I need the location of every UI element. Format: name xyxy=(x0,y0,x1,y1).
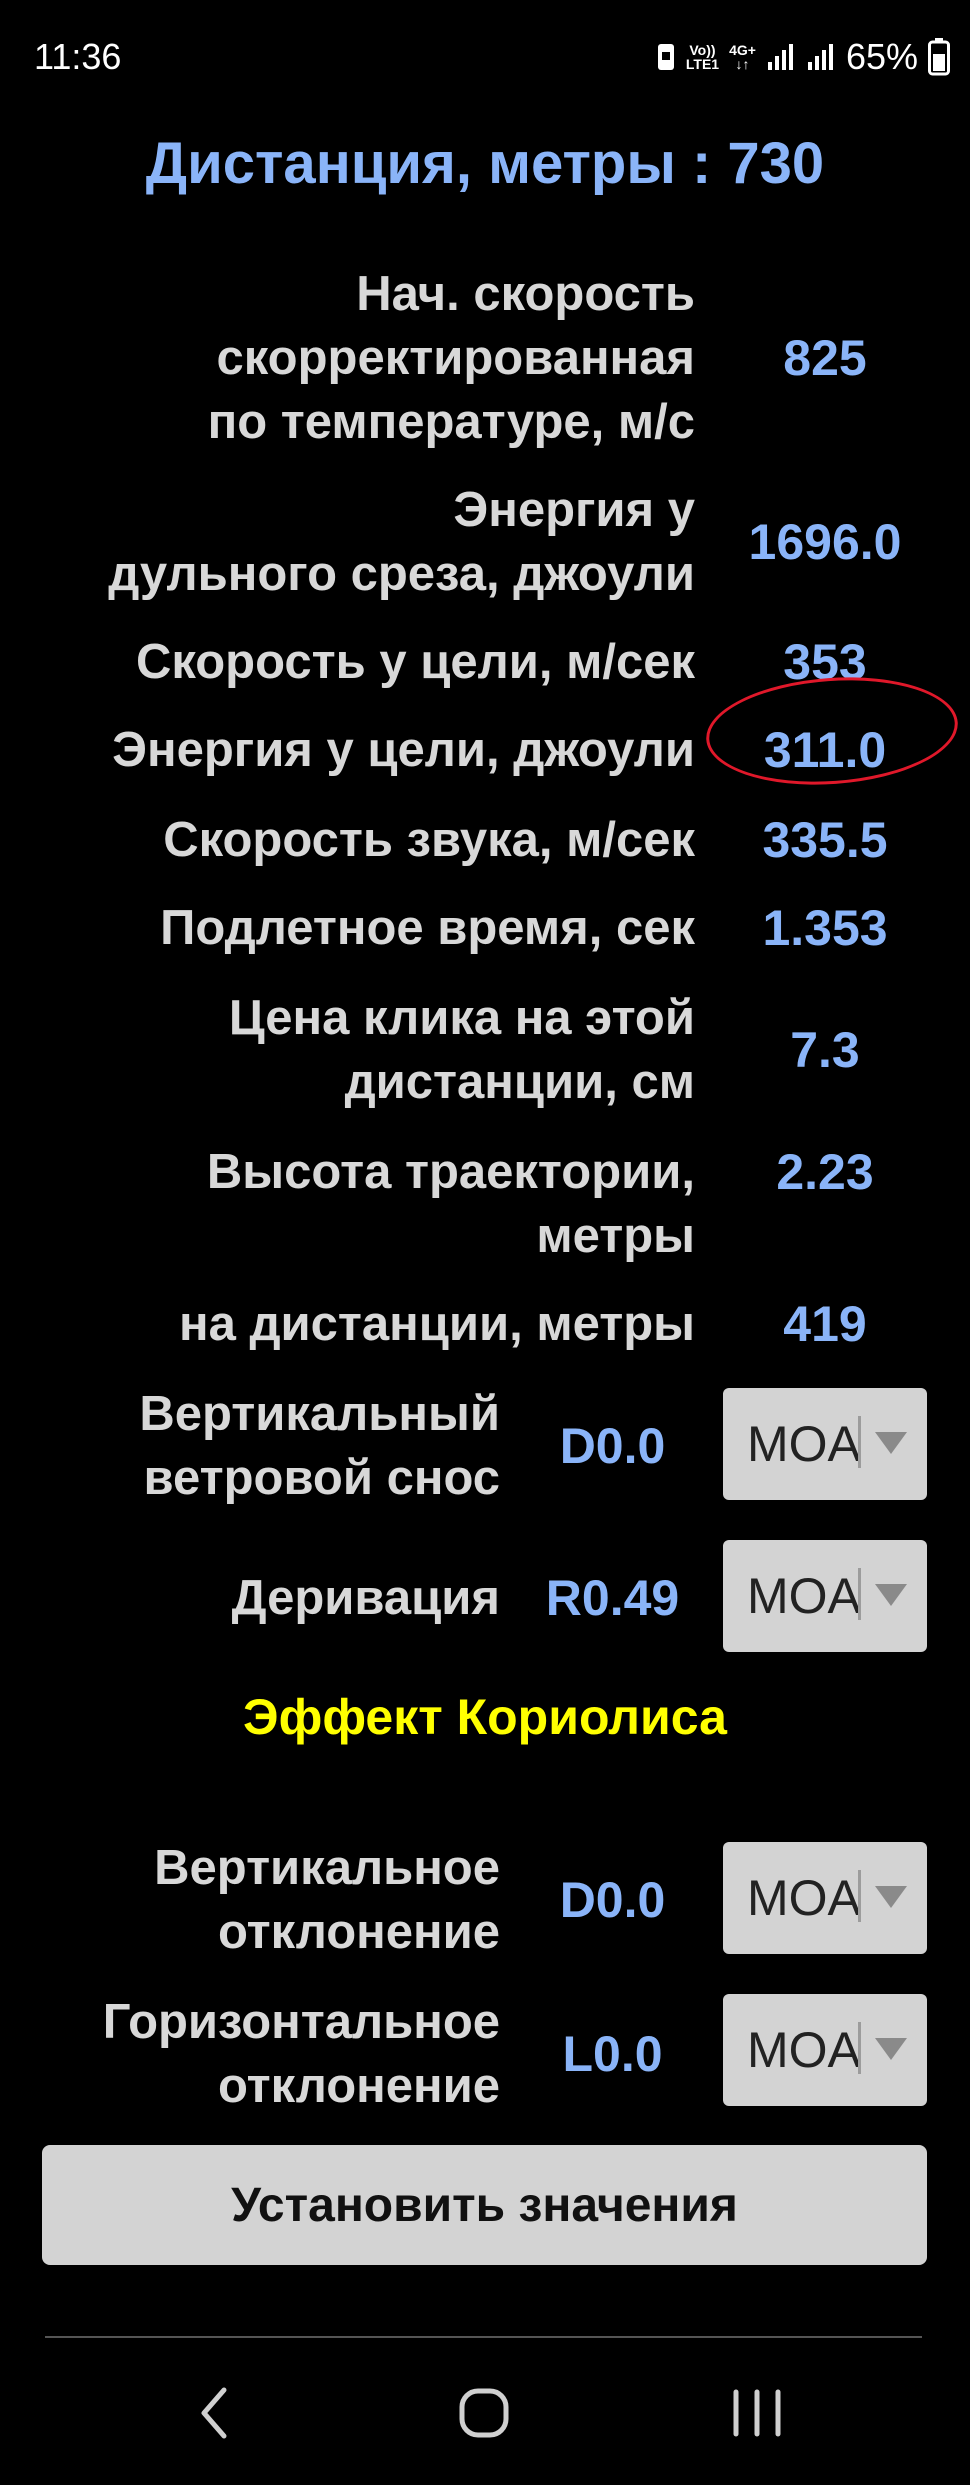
value-trajectory-height: 2.23 xyxy=(776,1144,874,1200)
label-muzzle-energy: Энергия у дульного среза, джоули xyxy=(108,483,695,601)
label-vertical-wind-drift: Вертикальный ветровой снос xyxy=(139,1387,500,1505)
label-initial-velocity: Нач. скорость скорректированная по темпе… xyxy=(207,267,695,449)
label-flight-time: Подлетное время, сек xyxy=(160,901,695,955)
label-coriolis-vertical: Вертикальное отклонение xyxy=(154,1841,500,1959)
back-icon[interactable] xyxy=(190,2378,240,2448)
value-muzzle-energy: 1696.0 xyxy=(748,514,902,570)
value-at-distance: 419 xyxy=(783,1296,867,1352)
label-at-distance: на дистанции, метры xyxy=(178,1297,695,1351)
derivation-unit-select[interactable]: MOA xyxy=(723,1540,927,1652)
divider xyxy=(45,2336,922,2338)
coriolis-vertical-unit-select[interactable]: MOA xyxy=(723,1842,927,1954)
home-icon[interactable] xyxy=(448,2378,520,2448)
value-sound-speed: 335.5 xyxy=(762,812,888,868)
value-click-value: 7.3 xyxy=(790,1022,860,1078)
value-initial-velocity: 825 xyxy=(783,330,867,386)
set-values-button[interactable]: Установить значения xyxy=(42,2145,927,2265)
dnd-icon xyxy=(657,44,674,70)
label-derivation: Деривация xyxy=(231,1571,500,1625)
status-icons: Vo)) LTE1 4G+ ↓↑ 65% xyxy=(656,36,950,78)
dropdown-arrow-icon xyxy=(875,2038,907,2060)
dropdown-arrow-icon xyxy=(875,1432,907,1454)
label-click-value: Цена клика на этой дистанции, см xyxy=(228,991,695,1109)
coriolis-title: Эффект Кориолиса xyxy=(243,1689,727,1745)
dropdown-arrow-icon xyxy=(875,1584,907,1606)
signal-icon xyxy=(767,44,793,70)
recent-apps-icon[interactable] xyxy=(722,2378,792,2448)
derivation-unit-value: MOA xyxy=(747,1568,861,1624)
wind-unit-select[interactable]: MOA xyxy=(723,1388,927,1500)
label-coriolis-horizontal: Горизонтальное отклонение xyxy=(102,1995,500,2113)
label-target-energy: Энергия у цели, джоули xyxy=(112,723,695,777)
dropdown-arrow-icon xyxy=(875,1886,907,1908)
label-trajectory-height: Высота траектории, метры xyxy=(206,1145,695,1263)
value-vertical-wind-drift: D0.0 xyxy=(559,1418,666,1474)
network-indicator: 4G+ ↓↑ xyxy=(729,42,756,72)
label-target-velocity: Скорость у цели, м/сек xyxy=(135,635,695,689)
page-title: Дистанция, метры : 730 xyxy=(145,131,825,196)
coriolis-vertical-unit-value: MOA xyxy=(747,1870,861,1926)
label-sound-speed: Скорость звука, м/сек xyxy=(163,813,695,867)
battery-icon xyxy=(928,38,950,76)
value-flight-time: 1.353 xyxy=(762,900,888,956)
status-time: 11:36 xyxy=(34,36,122,77)
value-derivation: R0.49 xyxy=(545,1570,680,1626)
volte-indicator: Vo)) LTE1 xyxy=(685,42,720,72)
coriolis-horizontal-unit-value: MOA xyxy=(747,2022,861,2078)
wind-unit-value: MOA xyxy=(747,1416,861,1472)
value-coriolis-vertical: D0.0 xyxy=(559,1872,666,1928)
battery-percent: 65% xyxy=(845,36,918,77)
coriolis-horizontal-unit-select[interactable]: MOA xyxy=(723,1994,927,2106)
value-coriolis-horizontal: L0.0 xyxy=(562,2026,663,2082)
signal-icon-2 xyxy=(807,44,833,70)
